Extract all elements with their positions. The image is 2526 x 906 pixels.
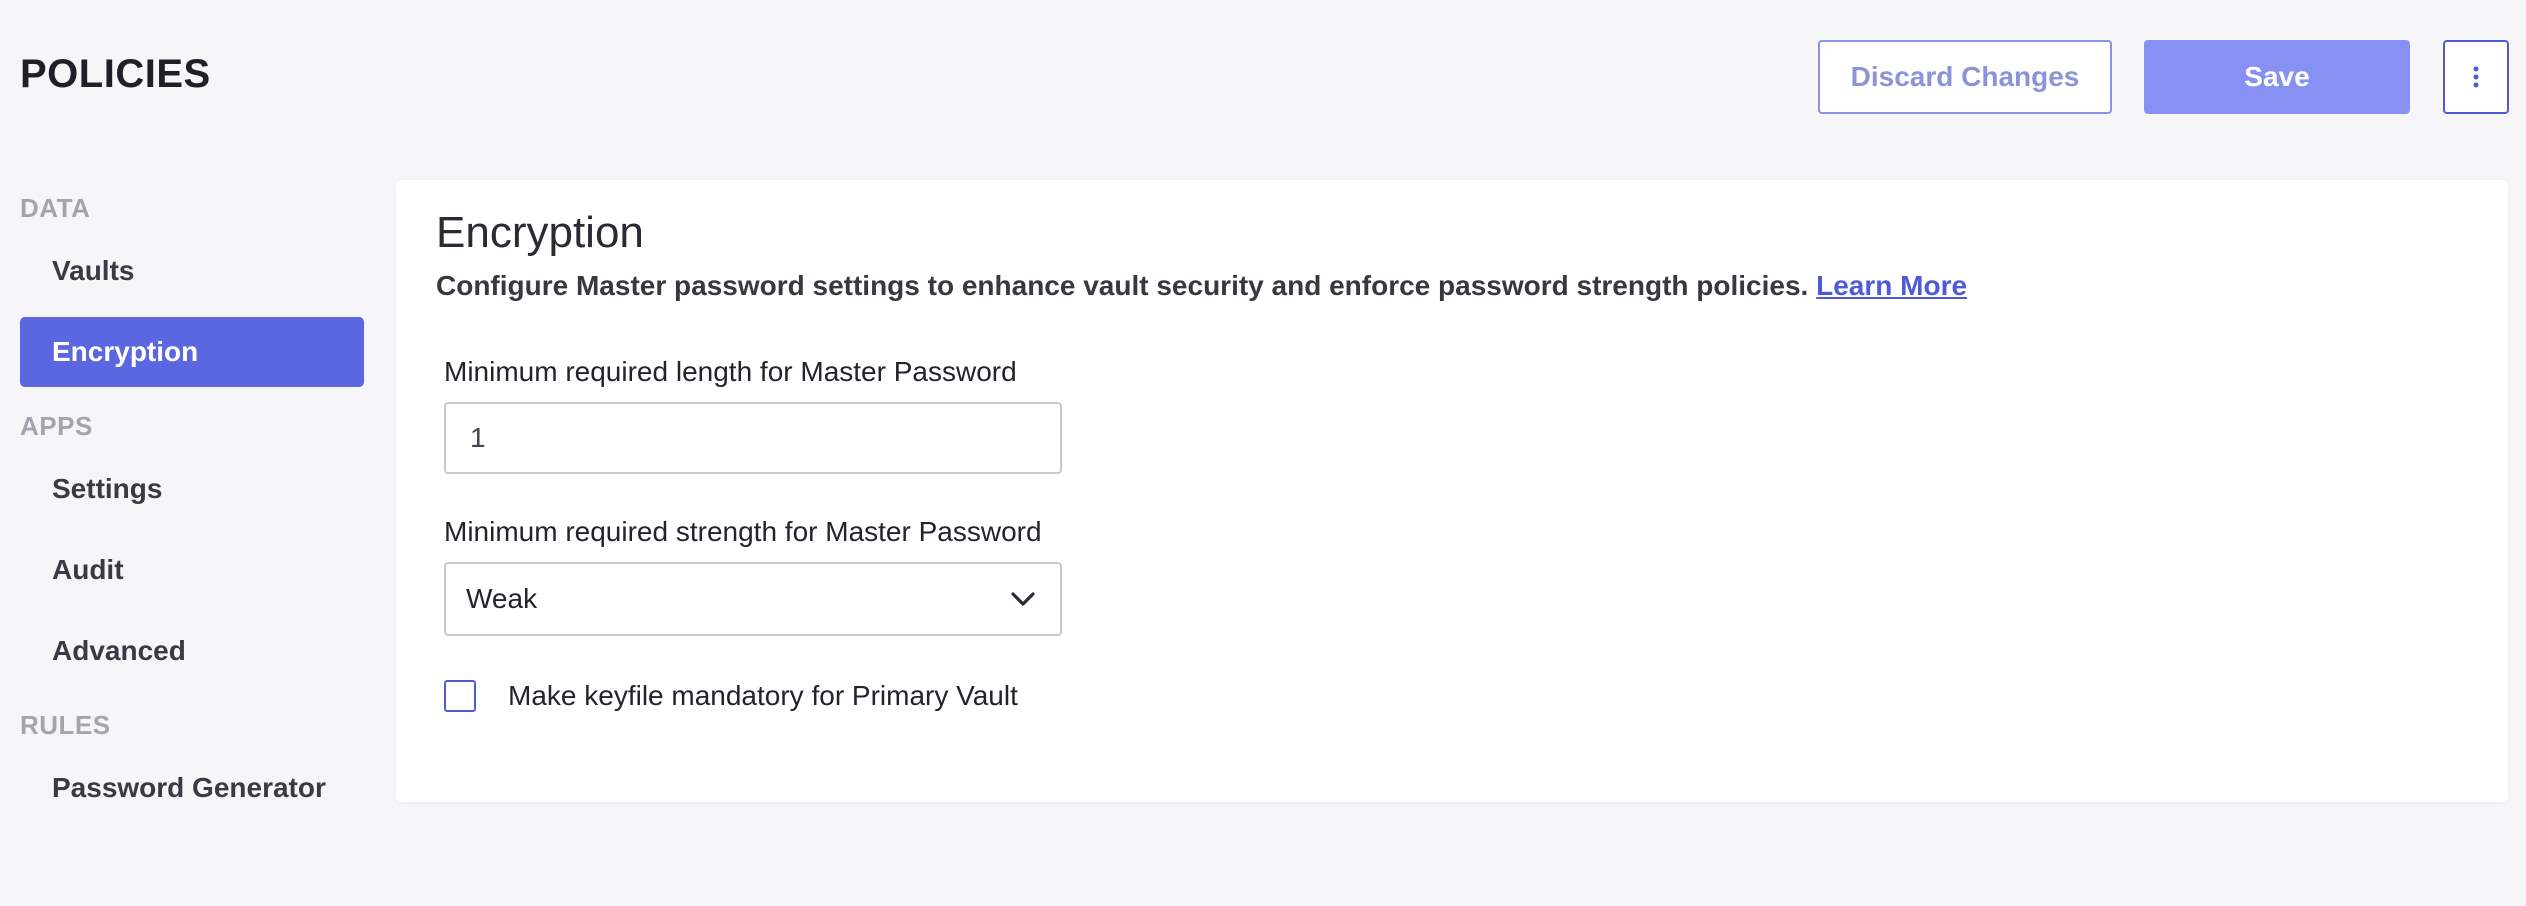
encryption-panel: Encryption Configure Master password set… [396, 180, 2508, 802]
description-text: Configure Master password settings to en… [436, 270, 1809, 301]
discard-changes-button[interactable]: Discard Changes [1818, 40, 2112, 114]
sidebar-item-password-generator[interactable]: Password Generator [20, 753, 364, 823]
sidebar-item-advanced[interactable]: Advanced [20, 616, 364, 686]
chevron-down-icon [1010, 590, 1038, 608]
sidebar-section-rules: RULES [20, 709, 111, 740]
min-length-label: Minimum required length for Master Passw… [444, 356, 1017, 387]
save-button[interactable]: Save [2144, 40, 2410, 114]
min-strength-select[interactable]: Weak [444, 562, 1062, 636]
sidebar-item-vaults[interactable]: Vaults [20, 236, 364, 306]
page-title: POLICIES [20, 52, 211, 96]
learn-more-link[interactable]: Learn More [1816, 270, 1967, 301]
sidebar-item-settings[interactable]: Settings [20, 454, 364, 524]
sidebar-section-data: DATA [20, 192, 91, 223]
sidebar-section-apps: APPS [20, 410, 93, 441]
panel-title: Encryption [436, 208, 644, 257]
more-options-button[interactable] [2443, 40, 2509, 114]
min-strength-label: Minimum required strength for Master Pas… [444, 516, 1042, 547]
sidebar: DATA Vaults Encryption APPS Settings Aud… [20, 180, 364, 834]
vertical-ellipsis-icon [2473, 66, 2479, 88]
panel-description: Configure Master password settings to en… [436, 270, 1967, 302]
keyfile-checkbox[interactable] [444, 680, 476, 712]
sidebar-item-audit[interactable]: Audit [20, 535, 364, 605]
min-strength-selected: Weak [466, 583, 538, 614]
sidebar-item-encryption[interactable]: Encryption [20, 317, 364, 387]
keyfile-checkbox-label: Make keyfile mandatory for Primary Vault [508, 680, 1018, 711]
min-length-input[interactable] [444, 402, 1062, 474]
keyfile-option: Make keyfile mandatory for Primary Vault [444, 680, 1018, 712]
header-actions: Discard Changes Save [1818, 40, 2509, 114]
